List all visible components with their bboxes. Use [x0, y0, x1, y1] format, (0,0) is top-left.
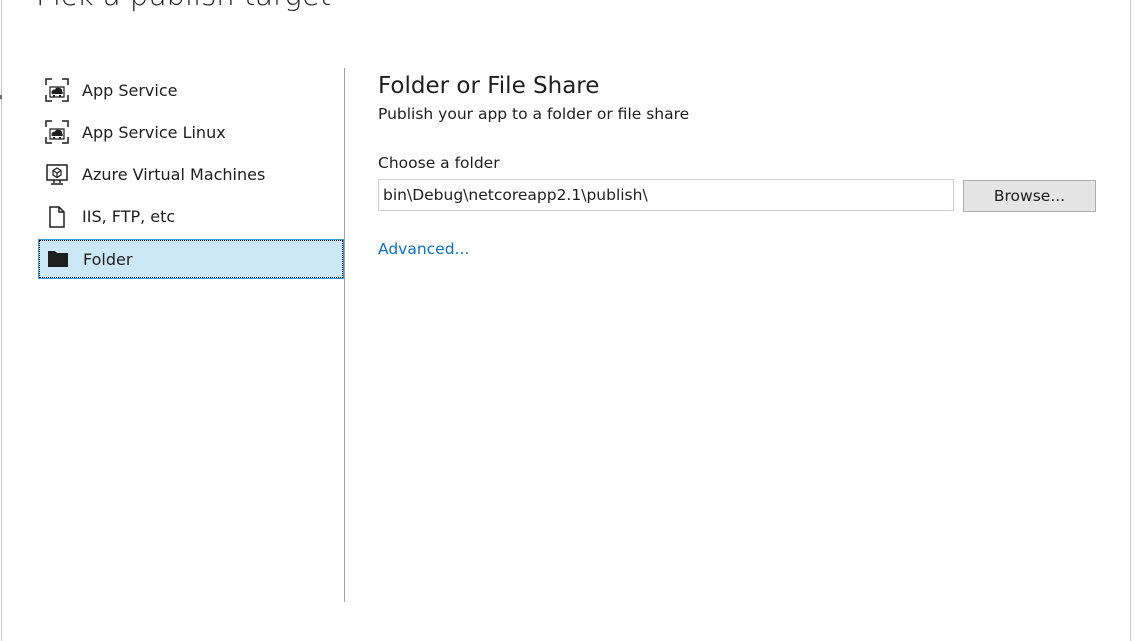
target-detail-panel: Folder or File Share Publish your app to…: [378, 70, 1108, 258]
target-item-label: App Service: [82, 80, 178, 100]
target-item-app-service[interactable]: App Service: [38, 70, 344, 110]
target-item-label: App Service Linux: [82, 122, 226, 142]
detail-title: Folder or File Share: [378, 73, 600, 99]
publish-dialog: Pick a publish target App Service: [0, 0, 1140, 641]
app-service-icon: [44, 77, 70, 103]
target-item-label: Folder: [83, 249, 133, 269]
target-item-azure-virtual-machines[interactable]: Azure Virtual Machines: [38, 155, 344, 195]
app-service-linux-icon: [44, 119, 70, 145]
browse-button[interactable]: Browse...: [963, 180, 1096, 212]
detail-subtitle: Publish your app to a folder or file sha…: [378, 105, 690, 123]
folder-path-input[interactable]: [378, 179, 954, 211]
panel-divider: [344, 68, 345, 602]
window-edge-mark: [0, 95, 2, 99]
folder-field-label: Choose a folder: [378, 154, 500, 172]
page-title: Pick a publish target: [36, 0, 331, 12]
target-item-folder[interactable]: Folder: [38, 239, 344, 280]
target-item-label: IIS, FTP, etc: [82, 207, 176, 227]
document-icon: [44, 204, 70, 230]
window-right-border: [1130, 0, 1131, 641]
target-item-label: Azure Virtual Machines: [82, 165, 266, 185]
advanced-link[interactable]: Advanced...: [378, 240, 469, 258]
target-item-app-service-linux[interactable]: App Service Linux: [38, 112, 344, 152]
folder-icon: [45, 246, 71, 272]
virtual-machine-icon: [44, 162, 70, 188]
target-item-iis-ftp[interactable]: IIS, FTP, etc: [38, 197, 344, 237]
publish-target-list: App Service App Service Linux Azure Virt…: [38, 70, 344, 281]
